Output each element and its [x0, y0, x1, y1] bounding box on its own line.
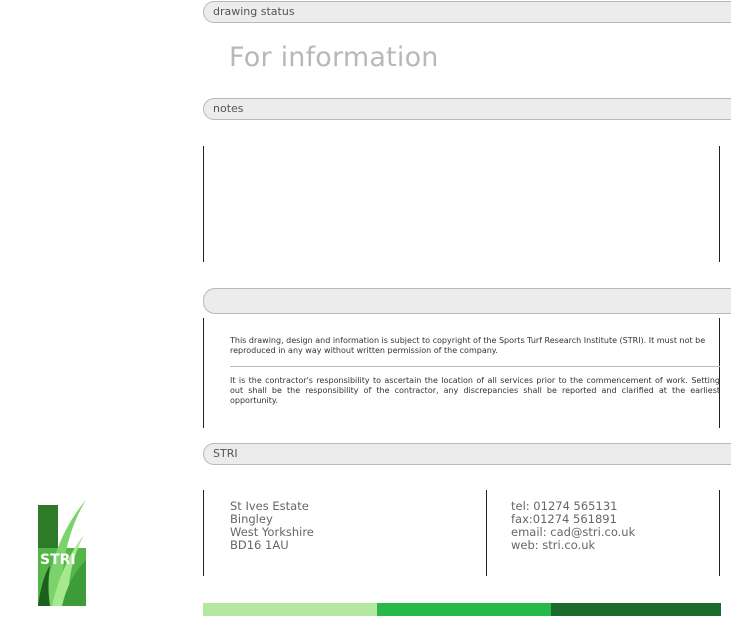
copyright-right-border — [719, 318, 720, 428]
drawing-status-value: For information — [229, 42, 439, 73]
notes-box-right-border — [719, 146, 720, 262]
stri-grass-logo-icon: STRI — [38, 480, 86, 606]
address-middle-border — [486, 490, 487, 576]
drawing-status-label: drawing status — [213, 5, 295, 18]
logo-text: STRI — [40, 552, 76, 568]
color-bar-mid-green — [377, 603, 551, 616]
address-left-border — [203, 490, 204, 576]
notes-header: notes — [203, 98, 731, 120]
notes-label: notes — [213, 102, 244, 115]
copyright-notice: This drawing, design and information is … — [230, 336, 706, 355]
contractor-responsibility-notice: It is the contractor's responsibility to… — [230, 376, 720, 405]
address-line: BD16 1AU — [230, 538, 289, 552]
stri-header: STRI — [203, 443, 731, 465]
blank-section-header — [203, 288, 731, 314]
contact-web: web: stri.co.uk — [511, 538, 596, 552]
stri-label: STRI — [213, 447, 238, 460]
postal-address: St Ives Estate Bingley West Yorkshire BD… — [230, 500, 314, 552]
color-bar-light-green — [203, 603, 377, 616]
copyright-divider — [230, 366, 720, 367]
color-bar-dark-green — [551, 603, 721, 616]
notes-box-left-border — [203, 146, 204, 262]
contact-details: tel: 01274 565131 fax:01274 561891 email… — [511, 500, 635, 552]
copyright-left-border — [203, 318, 204, 428]
drawing-status-header: drawing status — [203, 1, 731, 23]
address-right-border — [719, 490, 720, 576]
